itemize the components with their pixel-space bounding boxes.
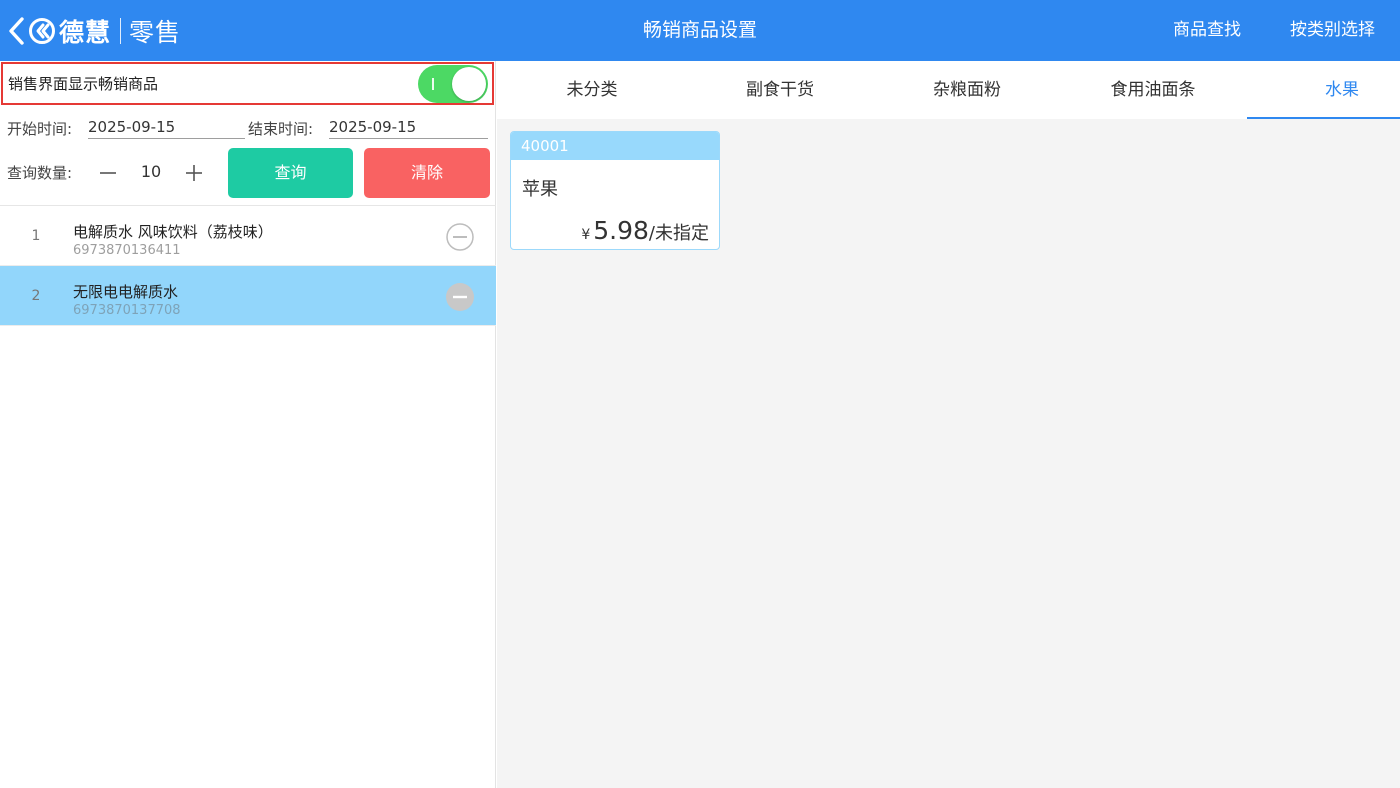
logo-divider (120, 18, 122, 44)
brand-name: 德慧 (59, 18, 112, 47)
query-quantity-value: 10 (140, 162, 162, 181)
list-item-name: 电解质水 风味饮料（荔枝味） (73, 223, 273, 241)
select-by-category-button[interactable]: 按类别选择 (1290, 0, 1375, 61)
bestseller-toggle-switch[interactable] (418, 65, 488, 103)
brand-subtitle: 零售 (129, 18, 182, 47)
tab-uncategorized[interactable]: 未分类 (497, 61, 687, 119)
product-price: ¥5.98/未指定 (581, 216, 709, 245)
decrement-button[interactable] (94, 157, 122, 187)
product-code: 40001 (511, 132, 719, 160)
plus-icon (186, 165, 202, 181)
end-time-field[interactable]: 2025-09-15 (329, 115, 488, 139)
product-name: 苹果 (522, 179, 558, 200)
tab-grains-flour[interactable]: 杂粮面粉 (872, 61, 1062, 119)
active-tab-indicator (1247, 117, 1400, 119)
bestseller-toggle-row: 销售界面显示畅销商品 (1, 62, 494, 105)
list-item-name: 无限电电解质水 (73, 283, 179, 301)
query-button[interactable]: 查询 (228, 148, 353, 198)
category-tabs: 未分类 副食干货 杂粮面粉 食用油面条 水果 (497, 61, 1400, 119)
tab-oil-noodles[interactable]: 食用油面条 (1058, 61, 1248, 119)
switch-on-mark (432, 78, 434, 90)
increment-button[interactable] (180, 157, 208, 187)
tab-fruit[interactable]: 水果 (1247, 61, 1400, 119)
app-logo: 德慧 零售 (28, 12, 181, 50)
price-unit: /未指定 (648, 223, 709, 244)
right-panel: 未分类 副食干货 杂粮面粉 食用油面条 水果 40001 苹果 ¥5.98/未指… (497, 61, 1400, 788)
left-panel: 销售界面显示畅销商品 开始时间: 2025-09-15 结束时间: 2025-0… (0, 61, 496, 788)
price-currency: ¥ (581, 227, 591, 243)
back-button[interactable] (4, 14, 30, 48)
date-range-row: 开始时间: 2025-09-15 结束时间: 2025-09-15 (0, 115, 496, 141)
remove-circle-icon (446, 223, 474, 251)
minus-icon (100, 172, 116, 174)
product-search-button[interactable]: 商品查找 (1173, 0, 1241, 61)
bestseller-list: 1 电解质水 风味饮料（荔枝味） 6973870136411 2 无限电电解质水… (0, 205, 496, 326)
clear-button[interactable]: 清除 (364, 148, 490, 198)
remove-item-button[interactable] (445, 282, 475, 312)
remove-item-button[interactable] (445, 222, 475, 252)
bestseller-toggle-label: 销售界面显示畅销商品 (8, 75, 159, 93)
chevron-left-icon (9, 17, 24, 45)
query-quantity-label: 查询数量: (7, 164, 73, 182)
tab-groceries[interactable]: 副食干货 (685, 61, 875, 119)
switch-knob (452, 67, 486, 101)
list-item[interactable]: 1 电解质水 风味饮料（荔枝味） 6973870136411 (0, 206, 496, 266)
top-bar: 德慧 零售 畅销商品设置 商品查找 按类别选择 (0, 0, 1400, 61)
list-item-selected[interactable]: 2 无限电电解质水 6973870137708 (0, 266, 496, 326)
product-card[interactable]: 40001 苹果 ¥5.98/未指定 (510, 131, 720, 250)
price-value: 5.98 (593, 216, 649, 245)
start-time-field[interactable]: 2025-09-15 (88, 115, 245, 139)
remove-circle-icon (446, 283, 474, 311)
start-time-label: 开始时间: (7, 120, 73, 138)
end-time-label: 结束时间: (248, 120, 314, 138)
list-item-index: 1 (31, 228, 41, 244)
list-item-barcode: 6973870137708 (73, 303, 181, 318)
list-item-index: 2 (31, 288, 41, 304)
logo-icon (29, 18, 55, 44)
list-item-barcode: 6973870136411 (73, 243, 181, 258)
